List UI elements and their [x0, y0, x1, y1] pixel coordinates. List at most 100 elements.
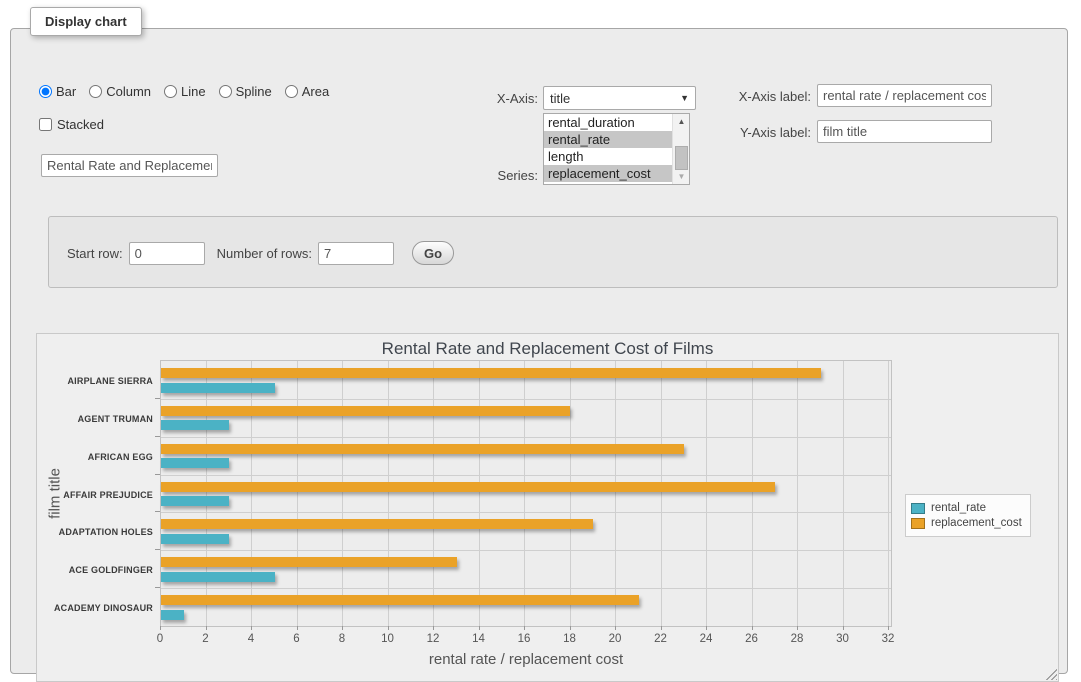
radio-column-label: Column — [106, 84, 151, 99]
gridline-vertical — [615, 361, 616, 626]
category-label: ADAPTATION HOLES — [37, 527, 153, 537]
radio-option-column[interactable]: Column — [89, 84, 151, 99]
x-tick-label: 24 — [700, 633, 713, 645]
bar-replacement_cost — [161, 595, 639, 605]
stacked-label: Stacked — [57, 117, 104, 132]
gridline-vertical — [752, 361, 753, 626]
x-tick-label: 8 — [339, 633, 345, 645]
radio-option-bar[interactable]: Bar — [39, 84, 76, 99]
radio-line-label: Line — [181, 84, 206, 99]
row-range-controls: Start row: Number of rows: Go — [67, 241, 454, 265]
bar-rental_rate — [161, 610, 184, 620]
y-tick-mark — [155, 549, 160, 550]
display-chart-fieldset: Bar Column Line Spline Area Stacked X-Ax… — [10, 28, 1068, 674]
series-scrollbar[interactable]: ▲ ▼ — [672, 114, 689, 184]
x-tick-label: 4 — [248, 633, 254, 645]
y-tick-mark — [155, 398, 160, 399]
series-select-label: Series: — [451, 168, 538, 183]
gridline-vertical — [661, 361, 662, 626]
series-multiselect[interactable]: rental_duration rental_rate length repla… — [543, 113, 690, 185]
x-tick-label: 2 — [202, 633, 208, 645]
y-tick-mark — [155, 436, 160, 437]
radio-spline-label: Spline — [236, 84, 272, 99]
gridline-horizontal — [161, 399, 891, 400]
chart-legend: rental_rate replacement_cost — [905, 494, 1031, 537]
bar-rental_rate — [161, 572, 275, 582]
x-tick-label: 10 — [381, 633, 394, 645]
gridline-vertical — [388, 361, 389, 626]
x-axis-select[interactable]: title ▼ — [543, 86, 696, 110]
y-axis-label-label: Y-Axis label: — [723, 125, 811, 140]
gridline-horizontal — [161, 437, 891, 438]
bar-rental_rate — [161, 496, 229, 506]
series-option-rental-duration[interactable]: rental_duration — [544, 114, 672, 131]
chart-title: Rental Rate and Replacement Cost of Film… — [37, 339, 1058, 359]
x-axis-select-label: X-Axis: — [451, 91, 538, 106]
chart-area: Rental Rate and Replacement Cost of Film… — [36, 333, 1059, 682]
x-axis-label-input[interactable] — [817, 84, 992, 107]
gridline-horizontal — [161, 588, 891, 589]
radio-area[interactable] — [285, 85, 298, 98]
category-label: AFFAIR PREJUDICE — [37, 490, 153, 500]
stacked-checkbox-row[interactable]: Stacked — [39, 117, 104, 132]
y-tick-mark — [155, 474, 160, 475]
go-button[interactable]: Go — [412, 241, 454, 265]
start-row-input[interactable] — [129, 242, 205, 265]
x-tick-mark — [752, 626, 753, 630]
x-tick-mark — [251, 626, 252, 630]
x-tick-mark — [706, 626, 707, 630]
scroll-down-icon[interactable]: ▼ — [673, 169, 690, 184]
x-tick-mark — [797, 626, 798, 630]
scroll-up-icon[interactable]: ▲ — [673, 114, 690, 129]
radio-column[interactable] — [89, 85, 102, 98]
gridline-vertical — [706, 361, 707, 626]
x-tick-label: 32 — [882, 633, 895, 645]
x-tick-label: 22 — [654, 633, 667, 645]
bar-replacement_cost — [161, 368, 821, 378]
legend-swatch-1 — [911, 518, 925, 529]
x-tick-label: 6 — [293, 633, 299, 645]
y-axis-label-input[interactable] — [817, 120, 992, 143]
gridline-vertical — [797, 361, 798, 626]
series-option-rental-rate[interactable]: rental_rate — [544, 131, 672, 148]
gridline-vertical — [206, 361, 207, 626]
bar-replacement_cost — [161, 444, 684, 454]
x-tick-mark — [479, 626, 480, 630]
num-rows-label: Number of rows: — [217, 246, 312, 261]
x-tick-label: 0 — [157, 633, 163, 645]
gridline-horizontal — [161, 475, 891, 476]
plot-area — [160, 360, 892, 627]
radio-line[interactable] — [164, 85, 177, 98]
gridline-vertical — [342, 361, 343, 626]
chart-title-input[interactable] — [41, 154, 218, 177]
gridline-vertical — [843, 361, 844, 626]
x-tick-label: 14 — [472, 633, 485, 645]
x-tick-mark — [342, 626, 343, 630]
stacked-checkbox[interactable] — [39, 118, 52, 131]
radio-option-area[interactable]: Area — [285, 84, 329, 99]
num-rows-input[interactable] — [318, 242, 394, 265]
x-axis-title: rental rate / replacement cost — [160, 651, 892, 668]
x-axis-label-label: X-Axis label: — [723, 89, 811, 104]
radio-bar-label: Bar — [56, 84, 76, 99]
radio-option-line[interactable]: Line — [164, 84, 206, 99]
series-option-replacement-cost[interactable]: replacement_cost — [544, 165, 672, 182]
x-tick-label: 12 — [427, 633, 440, 645]
bar-rental_rate — [161, 420, 229, 430]
bar-rental_rate — [161, 458, 229, 468]
fieldset-legend: Display chart — [30, 7, 142, 36]
scrollbar-thumb[interactable] — [675, 146, 688, 170]
gridline-vertical — [251, 361, 252, 626]
start-row-label: Start row: — [67, 246, 123, 261]
chart-type-radio-group: Bar Column Line Spline Area — [39, 84, 329, 99]
gridline-vertical — [297, 361, 298, 626]
gridline-horizontal — [161, 550, 891, 551]
x-axis-selected-value: title — [550, 91, 680, 106]
radio-option-spline[interactable]: Spline — [219, 84, 272, 99]
resize-grip[interactable] — [1045, 668, 1057, 680]
chevron-down-icon: ▼ — [680, 93, 689, 103]
radio-bar[interactable] — [39, 85, 52, 98]
radio-spline[interactable] — [219, 85, 232, 98]
series-option-length[interactable]: length — [544, 148, 672, 165]
gridline-vertical — [888, 361, 889, 626]
